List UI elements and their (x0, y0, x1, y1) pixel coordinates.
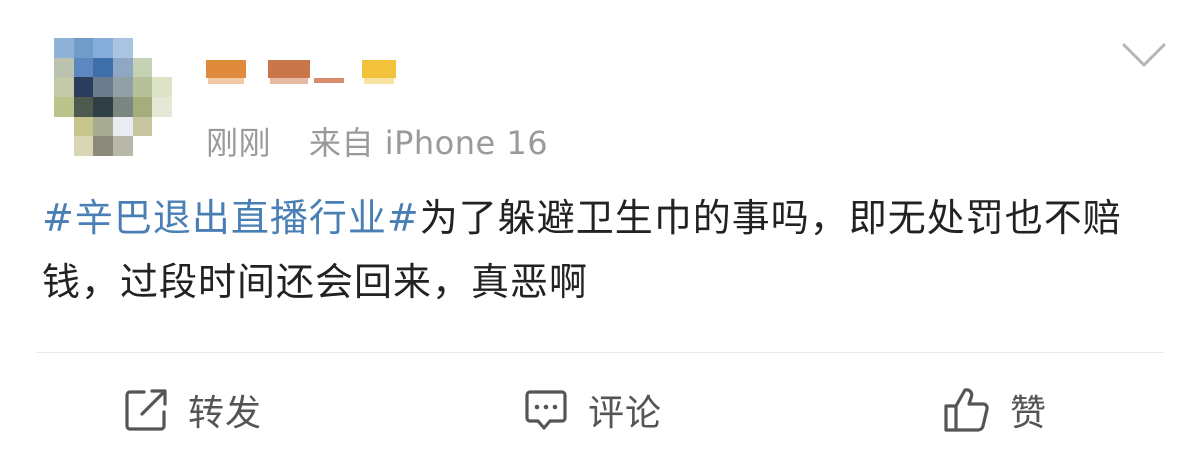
repost-button[interactable]: 转发 (122, 382, 262, 438)
thumbs-up-icon (944, 388, 989, 432)
post-meta: 刚刚 来自 iPhone 16 (206, 118, 548, 164)
like-label: 赞 (1010, 393, 1048, 434)
like-button[interactable]: 赞 (942, 382, 1047, 438)
comment-button[interactable]: 评论 (522, 382, 662, 438)
chevron-down-icon[interactable] (1122, 42, 1166, 70)
repost-label: 转发 (188, 393, 263, 434)
post-timestamp: 刚刚 (206, 124, 272, 162)
divider (36, 352, 1164, 353)
username[interactable] (206, 54, 426, 88)
post-source: 来自 iPhone 16 (309, 124, 549, 162)
comment-bubble-icon (525, 390, 567, 430)
share-arrow-icon (125, 389, 167, 431)
hashtag-link[interactable]: #辛巴退出直播行业# (42, 196, 420, 240)
avatar[interactable] (54, 38, 172, 156)
post-body: #辛巴退出直播行业#为了躲避卫生巾的事吗，即无处罚也不赔钱，过段时间还会回来，真… (42, 186, 1162, 314)
comment-label: 评论 (588, 393, 663, 434)
